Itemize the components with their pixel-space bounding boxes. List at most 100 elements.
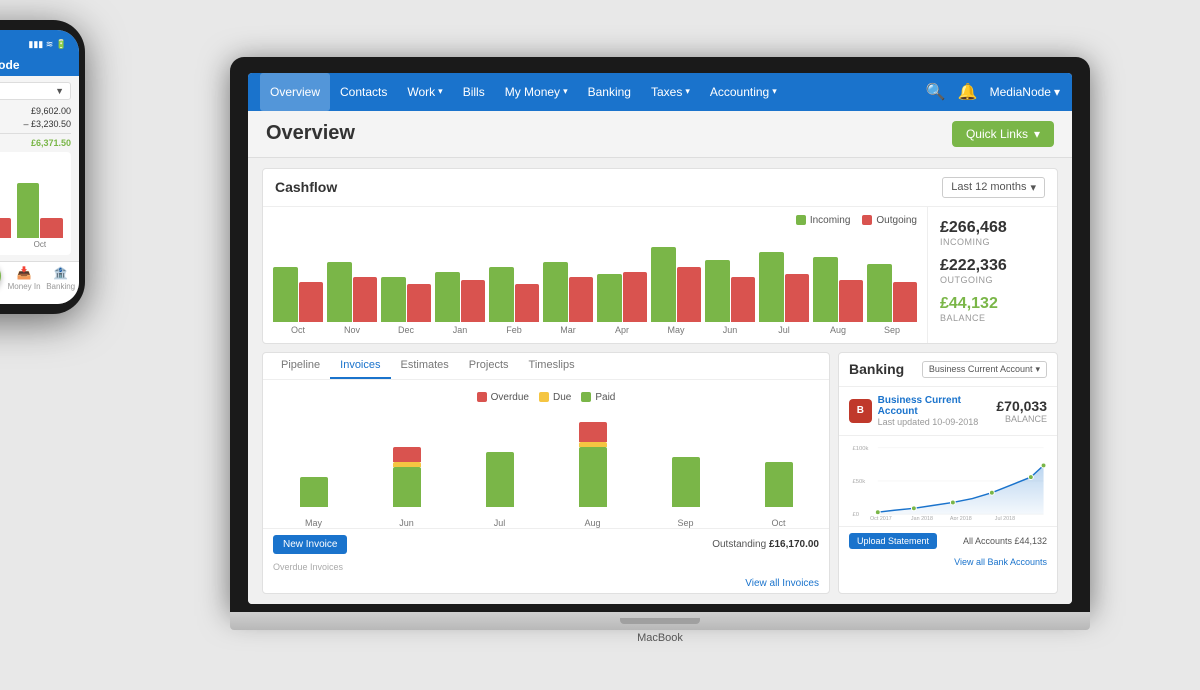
legend-overdue-dot xyxy=(477,392,487,402)
banking-chart-area: £100k £50k £0 xyxy=(839,436,1057,526)
bar-mar-out xyxy=(569,277,594,322)
upload-statement-button[interactable]: Upload Statement xyxy=(849,533,937,549)
quick-links-button[interactable]: Quick Links ▾ xyxy=(952,121,1054,147)
inv-jul-paid xyxy=(486,452,514,507)
nav-label-banking: Banking xyxy=(588,85,631,99)
bar-group-apr xyxy=(597,272,647,322)
laptop-device: Overview Contacts Work ▾ Bills My Money xyxy=(230,57,1090,644)
phone-tab-banking[interactable]: 🏦 Banking xyxy=(42,266,79,300)
phone-net-row: Net Cashflow £6,371.50 xyxy=(0,138,71,148)
banking-account-selector[interactable]: Business Current Account ▾ xyxy=(922,361,1047,378)
bank-details: Business Current Account Last updated 10… xyxy=(878,395,997,427)
nav-item-contacts[interactable]: Contacts xyxy=(330,73,397,111)
tab-invoices[interactable]: Invoices xyxy=(330,353,390,379)
bank-logo: B xyxy=(849,399,872,423)
nav-label-work: Work xyxy=(407,85,435,99)
bar-group-jan xyxy=(435,272,485,322)
cashflow-body: Incoming Outgoing xyxy=(263,207,1057,343)
nav-item-bills[interactable]: Bills xyxy=(453,73,495,111)
bar-group-nov xyxy=(327,262,377,322)
cashflow-chart-area: Incoming Outgoing xyxy=(263,207,927,343)
bar-group-jun xyxy=(705,260,755,322)
nav-right-area: 🔍 🔔 MediaNode ▾ xyxy=(926,82,1060,102)
bar-jan-in xyxy=(435,272,460,322)
phone-incomings-amount: £9,602.00 xyxy=(31,106,71,116)
nav-item-work[interactable]: Work ▾ xyxy=(397,73,452,111)
notifications-icon[interactable]: 🔔 xyxy=(958,82,978,102)
cashflow-title: Cashflow xyxy=(275,179,337,195)
bank-account-info: B Business Current Account Last updated … xyxy=(849,395,996,427)
stat-incoming-value: £266,468 xyxy=(940,219,1045,237)
inv-oct-paid xyxy=(765,462,793,507)
banking-footer: Upload Statement All Accounts £44,132 xyxy=(839,526,1057,555)
nav-item-overview[interactable]: Overview xyxy=(260,73,330,111)
stat-balance-label: BALANCE xyxy=(940,313,1045,323)
tab-projects[interactable]: Projects xyxy=(459,353,519,379)
nav-item-my-money[interactable]: My Money ▾ xyxy=(495,73,578,111)
overdue-invoices-text: Overdue Invoices xyxy=(263,560,829,576)
inv-group-jun xyxy=(364,447,449,507)
bank-last-updated: Last updated 10-09-2018 xyxy=(878,417,997,427)
tab-pipeline[interactable]: Pipeline xyxy=(271,353,330,379)
stat-incoming-label: INCOMING xyxy=(940,237,1045,247)
bar-sep-out xyxy=(893,282,918,322)
inv-stack-may xyxy=(300,477,328,507)
bar-jun-out xyxy=(731,277,756,322)
stat-incoming: £266,468 INCOMING xyxy=(940,219,1045,247)
nav-accounting-chevron: ▾ xyxy=(772,86,777,97)
tab-estimates[interactable]: Estimates xyxy=(391,353,459,379)
tab-timeslips[interactable]: Timeslips xyxy=(519,353,585,379)
inv-label-may: May xyxy=(271,518,356,528)
bar-oct-in xyxy=(273,267,298,322)
page-header: Overview Quick Links ▾ xyxy=(248,111,1072,158)
invoices-legend: Overdue Due Paid xyxy=(271,388,821,407)
invoices-month-labels: May Jun Jul Aug Sep Oct xyxy=(263,518,829,528)
search-icon[interactable]: 🔍 xyxy=(926,82,946,102)
phone-device: 9:41 ▮▮▮ ≋ 🔋 MediaNode Last 3 months ▼ I… xyxy=(0,20,85,314)
nav-bar: Overview Contacts Work ▾ Bills My Money xyxy=(248,73,1072,111)
bar-group-sep xyxy=(867,264,917,322)
bank-account-name-link[interactable]: Business Current Account xyxy=(878,395,997,417)
stat-outgoing-value: £222,336 xyxy=(940,257,1045,275)
invoices-chart-area: Overdue Due Paid xyxy=(263,380,829,515)
phone-fab-button[interactable]: + xyxy=(0,262,1,290)
phone-tab-money-in[interactable]: 📥 Money In xyxy=(6,266,43,300)
clabel-jun: Jun xyxy=(705,325,755,335)
new-invoice-button[interactable]: New Invoice xyxy=(273,535,347,554)
bar-group-dec xyxy=(381,277,431,322)
legend-incoming-label: Incoming xyxy=(810,215,851,226)
phone-outcomings-row: Outcomings – £3,230.50 xyxy=(0,119,71,129)
phone-net-amount: £6,371.50 xyxy=(31,138,71,148)
nav-taxes-chevron: ▾ xyxy=(685,86,690,97)
bar-group-jul xyxy=(759,252,809,322)
inv-label-sep: Sep xyxy=(643,518,728,528)
quick-links-chevron: ▾ xyxy=(1034,127,1040,141)
legend-incoming-dot xyxy=(796,215,806,225)
nav-label-overview: Overview xyxy=(270,85,320,99)
banking-selector-chevron: ▾ xyxy=(1035,364,1040,375)
nav-item-taxes[interactable]: Taxes ▾ xyxy=(641,73,700,111)
user-menu[interactable]: MediaNode ▾ xyxy=(990,85,1060,99)
inv-label-jul: Jul xyxy=(457,518,542,528)
bar-may-in xyxy=(651,247,676,322)
legend-paid: Paid xyxy=(581,392,615,403)
cashflow-bar-chart xyxy=(273,232,917,322)
clabel-jan: Jan xyxy=(435,325,485,335)
period-selector[interactable]: Last 12 months ▾ xyxy=(942,177,1045,198)
bar-feb-out xyxy=(515,284,540,322)
bar-feb-in xyxy=(489,267,514,322)
clabel-mar: Mar xyxy=(543,325,593,335)
bank-balance-label: BALANCE xyxy=(996,414,1047,424)
phone-period-selector[interactable]: Last 3 months ▼ xyxy=(0,82,71,100)
banking-card: Banking Business Current Account ▾ B xyxy=(838,352,1058,594)
laptop-screen: Overview Contacts Work ▾ Bills My Money xyxy=(248,73,1072,604)
view-all-bank-accounts-link[interactable]: View all Bank Accounts xyxy=(839,555,1057,571)
bottom-row: Pipeline Invoices Estimates Projects Tim… xyxy=(262,352,1058,594)
inv-label-oct: Oct xyxy=(736,518,821,528)
nav-item-banking[interactable]: Banking xyxy=(578,73,641,111)
view-all-invoices-link[interactable]: View all Invoices xyxy=(263,576,829,593)
nav-item-accounting[interactable]: Accounting ▾ xyxy=(700,73,787,111)
legend-due-label: Due xyxy=(553,392,571,403)
stat-balance-value: £44,132 xyxy=(940,295,1045,313)
svg-text:Jul 2018: Jul 2018 xyxy=(995,516,1015,520)
